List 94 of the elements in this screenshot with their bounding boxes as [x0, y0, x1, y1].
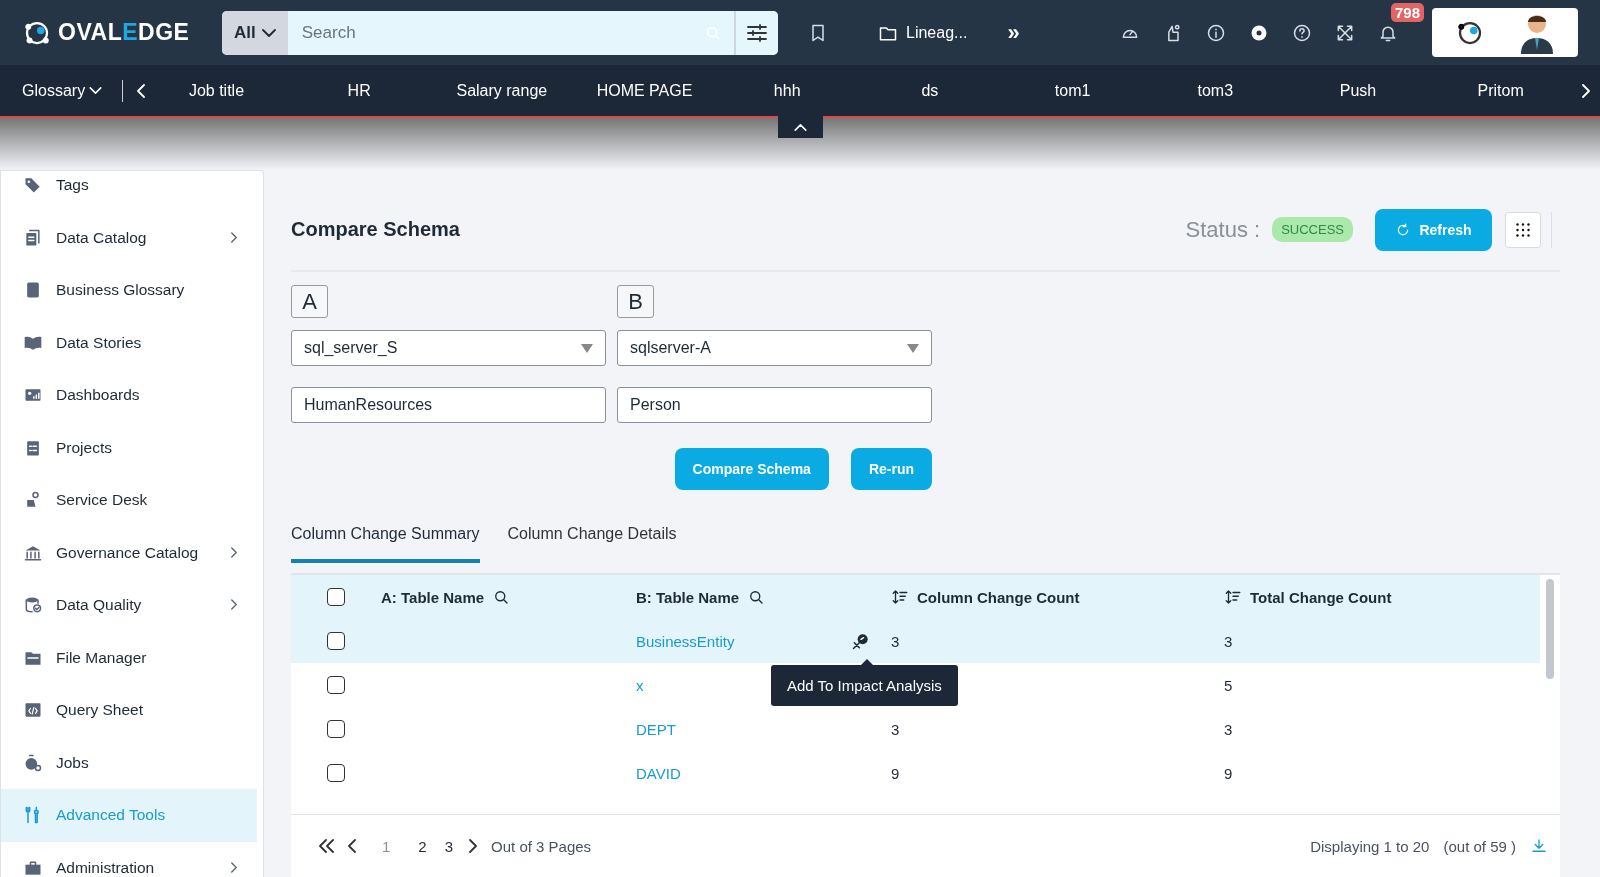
total-count: (out of 59 ): [1443, 837, 1516, 855]
table-cell: 9: [891, 764, 900, 782]
collapse-button[interactable]: [778, 116, 823, 138]
scroll-right-button[interactable]: [1582, 83, 1590, 98]
nav-tab[interactable]: Pritom: [1429, 80, 1572, 101]
page-link[interactable]: 2: [416, 837, 429, 855]
stopwatch-gear-icon: [23, 752, 43, 773]
first-page-button[interactable]: [319, 839, 334, 853]
page-title: Compare Schema: [291, 218, 460, 241]
nav-tab[interactable]: tom1: [1001, 80, 1144, 101]
page-link[interactable]: 3: [442, 837, 456, 855]
notification-badge: 798: [1390, 2, 1424, 22]
column-header[interactable]: Column Change Count: [917, 588, 1080, 606]
double-chevron-left-icon: [319, 839, 334, 853]
source-label: A: [291, 285, 328, 318]
scrollbar-thumb[interactable]: [1546, 579, 1554, 679]
tab[interactable]: Column Change Details: [507, 525, 677, 563]
sidebar-item[interactable]: Service Desk: [1, 474, 257, 527]
previous-page-button[interactable]: [348, 839, 356, 853]
chevron-right-icon: [1582, 83, 1590, 98]
column-header[interactable]: Total Change Count: [1250, 588, 1392, 606]
sort-icon: [891, 588, 909, 606]
table-cell: 3: [1224, 632, 1233, 650]
source-label: B: [617, 285, 654, 318]
info-icon: [1206, 22, 1226, 43]
sidebar-item[interactable]: Projects: [1, 421, 257, 474]
chevron-left-icon: [348, 839, 356, 853]
row-checkbox[interactable]: [327, 764, 345, 782]
chevron-right-icon: [469, 839, 478, 853]
sidebar-item[interactable]: Dashboards: [1, 369, 257, 422]
sidebar-item[interactable]: Governance Catalog: [1, 526, 257, 579]
breadcrumb-link[interactable]: Lineag...: [872, 21, 974, 44]
row-checkbox[interactable]: [327, 720, 345, 738]
chevron-right-icon: [231, 546, 237, 558]
displaying-range: Displaying 1 to 20: [1310, 837, 1430, 855]
chevron-left-icon: [137, 83, 146, 98]
sidebar-item[interactable]: Query Sheet: [1, 684, 257, 737]
sidebar-item[interactable]: Administration: [1, 841, 257, 877]
chevron-right-icon: [231, 599, 237, 611]
nav-tab[interactable]: Job title: [145, 80, 288, 101]
connection-dropdown[interactable]: sql_server_S: [291, 330, 606, 366]
chevron-up-icon: [794, 123, 807, 131]
sidebar-item[interactable]: Data Stories: [1, 316, 257, 369]
table-cell: 3: [891, 720, 900, 738]
info-button[interactable]: [1206, 22, 1226, 43]
status-label: Status :: [1185, 216, 1261, 243]
select-all-checkbox[interactable]: [327, 588, 345, 606]
sidebar-item[interactable]: Jobs: [1, 736, 257, 789]
more-button[interactable]: »: [1001, 18, 1026, 47]
chevron-down-icon: [261, 28, 276, 37]
documents-icon: [23, 227, 43, 248]
sidebar-item[interactable]: Data Catalog: [1, 211, 257, 264]
table-cell: 3: [1224, 720, 1233, 738]
page-count: Out of 3 Pages: [491, 837, 592, 855]
chevron-right-icon: [231, 861, 237, 873]
sidebar-item[interactable]: Business Glossary: [1, 264, 257, 317]
download-icon: [1530, 837, 1548, 855]
table-cell: 3: [891, 632, 900, 650]
table-cell: 5: [1224, 676, 1233, 694]
glossary-menu[interactable]: Glossary: [22, 81, 103, 100]
help-button[interactable]: [1292, 22, 1312, 43]
help-icon: [1292, 22, 1312, 43]
search-scope-dropdown[interactable]: All: [222, 10, 288, 55]
chevron-down-icon: [89, 87, 103, 94]
tooltip: Add To Impact Analysis: [771, 665, 958, 706]
logo-text: OVALEDGE: [58, 19, 190, 46]
column-header[interactable]: A: Table Name: [381, 588, 485, 606]
table-cell: 9: [1224, 764, 1233, 782]
schema-field[interactable]: HumanResources: [291, 387, 606, 423]
nav-tab[interactable]: Salary range: [430, 80, 574, 101]
nav-tab[interactable]: Push: [1286, 80, 1430, 101]
sidebar-item[interactable]: Data Quality: [1, 579, 257, 632]
download-button[interactable]: [1530, 837, 1548, 855]
sidebar-item[interactable]: Tags: [1, 171, 257, 212]
row-checkbox[interactable]: [327, 632, 345, 650]
scroll-left-button[interactable]: [137, 83, 146, 98]
chevron-right-icon: [231, 231, 237, 243]
sidebar-item[interactable]: File Manager: [1, 631, 257, 684]
schema-field[interactable]: Person: [617, 387, 932, 423]
tab[interactable]: Column Change Summary: [291, 525, 480, 563]
nav-tab[interactable]: HOME PAGE: [573, 80, 716, 101]
nav-tab[interactable]: tom3: [1143, 80, 1287, 101]
status-badge: SUCCESS: [1272, 217, 1353, 242]
nav-tab[interactable]: ds: [858, 80, 1002, 101]
profile-button[interactable]: [1432, 8, 1578, 57]
grid-menu-button[interactable]: [1505, 211, 1541, 248]
search-field[interactable]: Search: [299, 21, 704, 44]
column-header[interactable]: B: Table Name: [636, 588, 740, 606]
nav-tab[interactable]: hhh: [715, 80, 859, 101]
sort-icon: [1224, 588, 1242, 606]
connection-dropdown[interactable]: sqlserver-A: [617, 330, 932, 366]
next-page-button[interactable]: [469, 839, 478, 853]
row-checkbox[interactable]: [327, 676, 345, 694]
nav-tab[interactable]: HR: [287, 80, 431, 101]
